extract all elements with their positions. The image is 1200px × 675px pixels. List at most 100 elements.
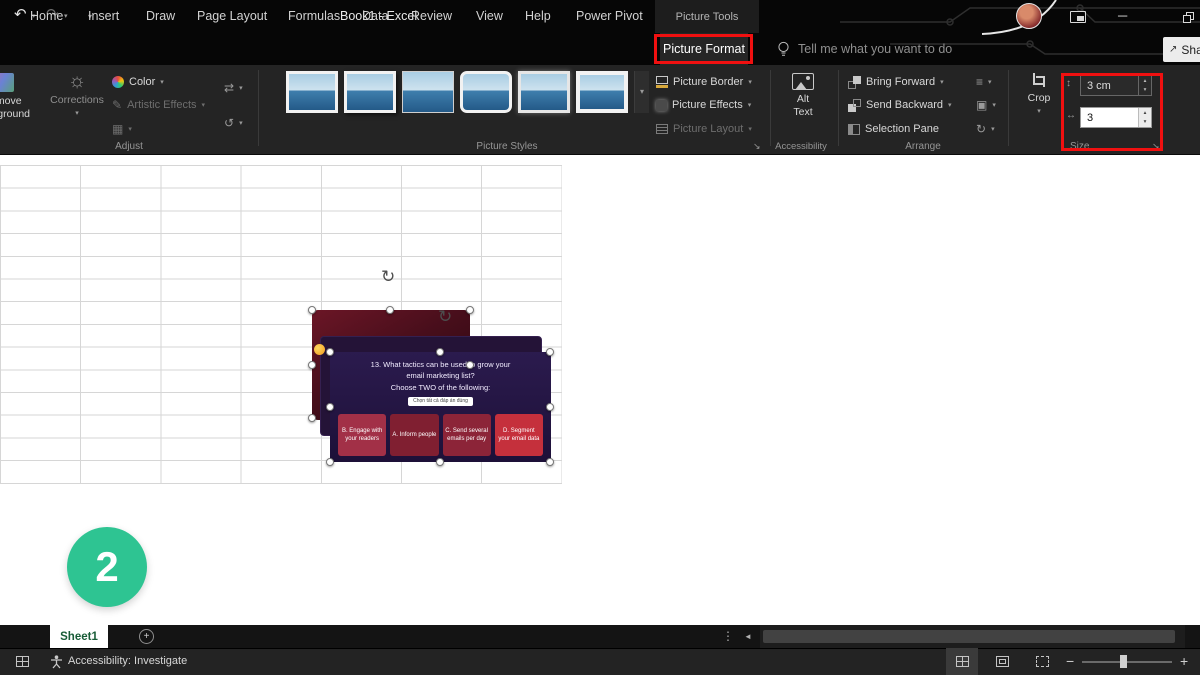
chevron-down-icon[interactable]: ▾ bbox=[160, 79, 164, 86]
picture-border-button[interactable]: Picture Border ▾ bbox=[656, 72, 752, 92]
selection-pane-button[interactable]: Selection Pane bbox=[848, 119, 939, 139]
avatar[interactable] bbox=[1016, 3, 1042, 29]
embedded-picture-front[interactable]: 13. What tactics can be used to grow you… bbox=[330, 352, 551, 462]
tab-page-layout[interactable]: Page Layout bbox=[197, 0, 267, 32]
tab-draw[interactable]: Draw bbox=[146, 0, 175, 32]
reset-picture-button[interactable]: ↺ ▾ bbox=[224, 113, 243, 133]
selection-handle[interactable] bbox=[466, 306, 474, 314]
horizontal-scrollbar-thumb[interactable] bbox=[763, 630, 1175, 643]
selection-handle[interactable] bbox=[436, 348, 444, 356]
transparency-button[interactable]: ▦ ▾ bbox=[112, 119, 132, 139]
accessibility-status[interactable]: Accessibility: Investigate bbox=[68, 648, 187, 675]
picture-style-thumbnail[interactable] bbox=[344, 71, 396, 113]
chevron-down-icon[interactable]: ▾ bbox=[202, 102, 206, 109]
color-button[interactable]: Color ▾ bbox=[112, 72, 164, 92]
chevron-down-icon[interactable]: ▾ bbox=[239, 120, 243, 127]
zoom-slider-track[interactable] bbox=[1082, 661, 1172, 663]
tab-review[interactable]: Review bbox=[411, 0, 452, 32]
selection-handle[interactable] bbox=[436, 458, 444, 466]
tab-view[interactable]: View bbox=[476, 0, 503, 32]
tell-me-box[interactable]: Tell me what you want to do bbox=[798, 33, 952, 65]
selection-handle[interactable] bbox=[326, 403, 334, 411]
selection-handle[interactable] bbox=[546, 403, 554, 411]
shape-width-input[interactable]: 3 ▴ ▾ bbox=[1080, 107, 1152, 128]
zoom-slider-thumb[interactable] bbox=[1120, 655, 1127, 668]
picture-layout-button[interactable]: Picture Layout ▾ bbox=[656, 119, 752, 139]
undo-icon[interactable]: ↶ bbox=[14, 7, 27, 22]
tab-home[interactable]: Home bbox=[30, 0, 63, 32]
chevron-down-icon[interactable]: ▾ bbox=[948, 102, 952, 109]
normal-view-button[interactable] bbox=[946, 648, 978, 675]
scroll-left-icon[interactable]: ◄ bbox=[744, 625, 752, 648]
spinner-up-icon[interactable]: ▴ bbox=[1139, 76, 1151, 86]
corrections-button[interactable]: ☼ Corrections ▾ bbox=[46, 69, 108, 145]
alt-text-button[interactable]: Alt Text bbox=[778, 69, 828, 145]
dialog-launcher-icon[interactable]: ↘ bbox=[1152, 142, 1160, 151]
page-break-view-button[interactable] bbox=[1026, 648, 1058, 675]
restore-window-button[interactable] bbox=[1183, 12, 1194, 23]
picture-style-thumbnail[interactable] bbox=[286, 71, 338, 113]
chevron-down-icon[interactable]: ▾ bbox=[991, 126, 995, 133]
crop-button[interactable]: Crop ▾ bbox=[1016, 69, 1062, 147]
picture-style-thumbnail[interactable] bbox=[518, 71, 570, 113]
picture-styles-more-button[interactable]: ▾ bbox=[634, 71, 649, 113]
add-sheet-button[interactable]: + bbox=[139, 629, 154, 644]
chevron-down-icon[interactable]: ▾ bbox=[748, 79, 752, 86]
tab-help[interactable]: Help bbox=[525, 0, 551, 32]
sheet-options-dots-icon[interactable]: ⋮ bbox=[722, 625, 734, 648]
chevron-down-icon[interactable]: ▾ bbox=[988, 79, 992, 86]
change-picture-button[interactable]: ⇄ ▾ bbox=[224, 78, 243, 98]
picture-style-thumbnail[interactable] bbox=[460, 71, 512, 113]
bring-forward-button[interactable]: Bring Forward ▾ bbox=[848, 72, 944, 92]
dialog-launcher-icon[interactable]: ↘ bbox=[753, 142, 761, 151]
zoom-in-button[interactable]: + bbox=[1180, 648, 1188, 675]
height-spinner[interactable]: ▴ ▾ bbox=[1138, 76, 1151, 95]
rotate-objects-button[interactable]: ↻ ▾ bbox=[976, 119, 995, 139]
width-spinner[interactable]: ▴ ▾ bbox=[1138, 108, 1151, 127]
tab-picture-format[interactable]: Picture Format bbox=[660, 33, 748, 65]
artistic-effects-button[interactable]: ✎ Artistic Effects ▾ bbox=[112, 95, 205, 115]
group-objects-button[interactable]: ▣ ▾ bbox=[976, 95, 996, 115]
picture-style-thumbnail[interactable] bbox=[576, 71, 628, 113]
redo-chevron-icon[interactable]: ▾ bbox=[64, 13, 68, 20]
spinner-down-icon[interactable]: ▾ bbox=[1139, 118, 1151, 128]
picture-effects-button[interactable]: Picture Effects ▾ bbox=[656, 95, 751, 115]
rotate-handle-icon[interactable]: ↻ bbox=[381, 268, 395, 285]
selection-handle[interactable] bbox=[546, 458, 554, 466]
selection-handle[interactable] bbox=[308, 361, 316, 369]
picture-style-thumbnail[interactable] bbox=[402, 71, 454, 113]
chevron-down-icon[interactable]: ▾ bbox=[75, 110, 79, 117]
selection-handle[interactable] bbox=[308, 306, 316, 314]
chevron-down-icon[interactable]: ▾ bbox=[128, 126, 132, 133]
macro-record-icon[interactable] bbox=[16, 656, 29, 667]
zoom-out-button[interactable]: − bbox=[1066, 648, 1074, 675]
spinner-down-icon[interactable]: ▾ bbox=[1139, 86, 1151, 96]
display-settings-icon[interactable] bbox=[1070, 11, 1086, 23]
tab-formulas[interactable]: Formulas bbox=[288, 0, 340, 32]
remove-background-button[interactable]: Remove Background bbox=[0, 69, 38, 145]
shape-height-input[interactable]: 3 cm ▴ ▾ bbox=[1080, 75, 1152, 96]
spinner-up-icon[interactable]: ▴ bbox=[1139, 108, 1151, 118]
selection-handle[interactable] bbox=[326, 458, 334, 466]
horizontal-scrollbar[interactable] bbox=[760, 625, 1185, 648]
chevron-down-icon[interactable]: ▾ bbox=[748, 126, 752, 133]
chevron-down-icon[interactable]: ▾ bbox=[940, 79, 944, 86]
rotate-handle-icon[interactable]: ↻ bbox=[438, 308, 452, 325]
tab-data[interactable]: Data bbox=[362, 0, 388, 32]
align-objects-button[interactable]: ≡ ▾ bbox=[976, 72, 992, 92]
share-button[interactable]: ↗ Share bbox=[1163, 37, 1200, 62]
minimize-button[interactable]: ─ bbox=[1118, 8, 1127, 23]
selection-handle[interactable] bbox=[326, 348, 334, 356]
selection-handle[interactable] bbox=[386, 306, 394, 314]
selection-handle[interactable] bbox=[546, 348, 554, 356]
chevron-down-icon[interactable]: ▾ bbox=[1037, 108, 1041, 115]
tab-power-pivot[interactable]: Power Pivot bbox=[576, 0, 643, 32]
selection-handle[interactable] bbox=[466, 361, 474, 369]
selection-handle[interactable] bbox=[308, 414, 316, 422]
sheet-tab-sheet1[interactable]: Sheet1 bbox=[50, 625, 108, 648]
chevron-down-icon[interactable]: ▾ bbox=[748, 102, 752, 109]
page-layout-view-button[interactable] bbox=[986, 648, 1018, 675]
tab-insert[interactable]: Insert bbox=[88, 0, 119, 32]
send-backward-button[interactable]: Send Backward ▾ bbox=[848, 95, 952, 115]
chevron-down-icon[interactable]: ▾ bbox=[992, 102, 996, 109]
